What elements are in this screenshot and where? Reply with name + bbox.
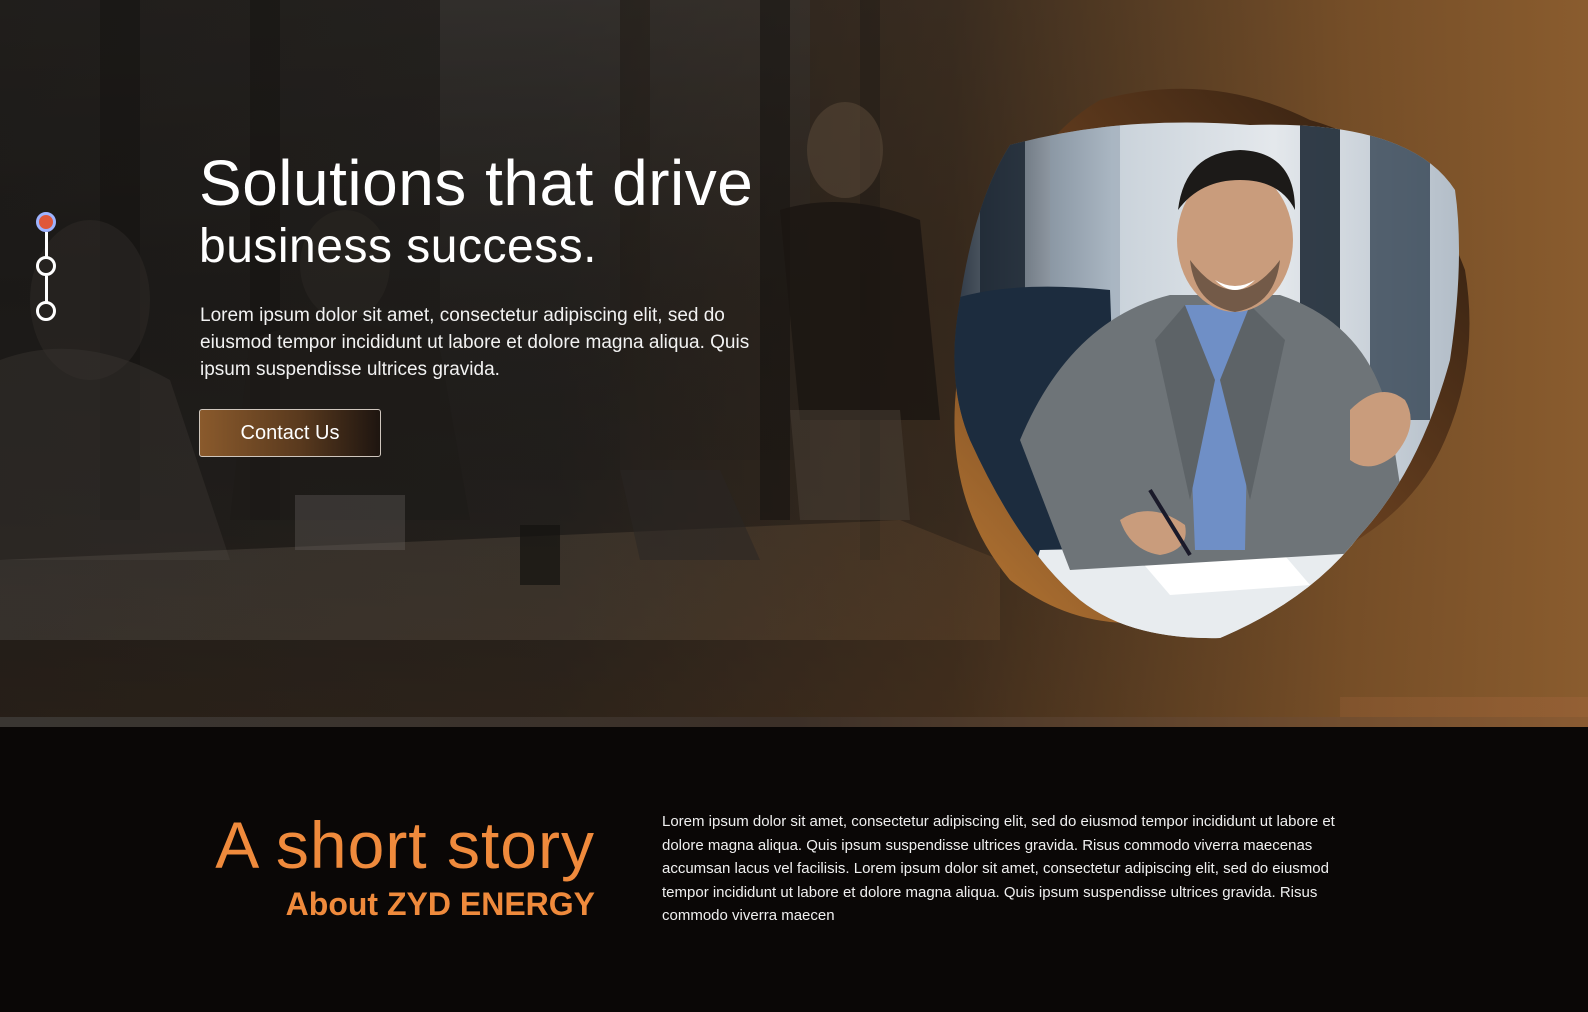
hero-title: Solutions that drive (199, 147, 754, 219)
slide-dot-2[interactable] (36, 256, 56, 276)
contact-us-label: Contact Us (240, 421, 340, 444)
slide-indicator (34, 212, 62, 332)
hero-section: Solutions that drive business success. L… (0, 0, 1588, 727)
slide-dot-3[interactable] (36, 301, 56, 321)
slide-connector (45, 232, 48, 258)
hero-portrait-image (954, 88, 1470, 639)
slide-connector (45, 276, 48, 304)
hero-subtitle: business success. (199, 220, 598, 273)
contact-us-button[interactable]: Contact Us (199, 409, 381, 457)
story-body: Lorem ipsum dolor sit amet, consectetur … (662, 813, 1335, 925)
slide-dot-1[interactable] (36, 212, 56, 232)
hero-bottom-edge (0, 717, 1588, 727)
story-title: A short story (215, 808, 595, 882)
hero-description: Lorem ipsum dolor sit amet, consectetur … (200, 305, 750, 380)
story-subtitle: About ZYD ENERGY (285, 886, 595, 922)
